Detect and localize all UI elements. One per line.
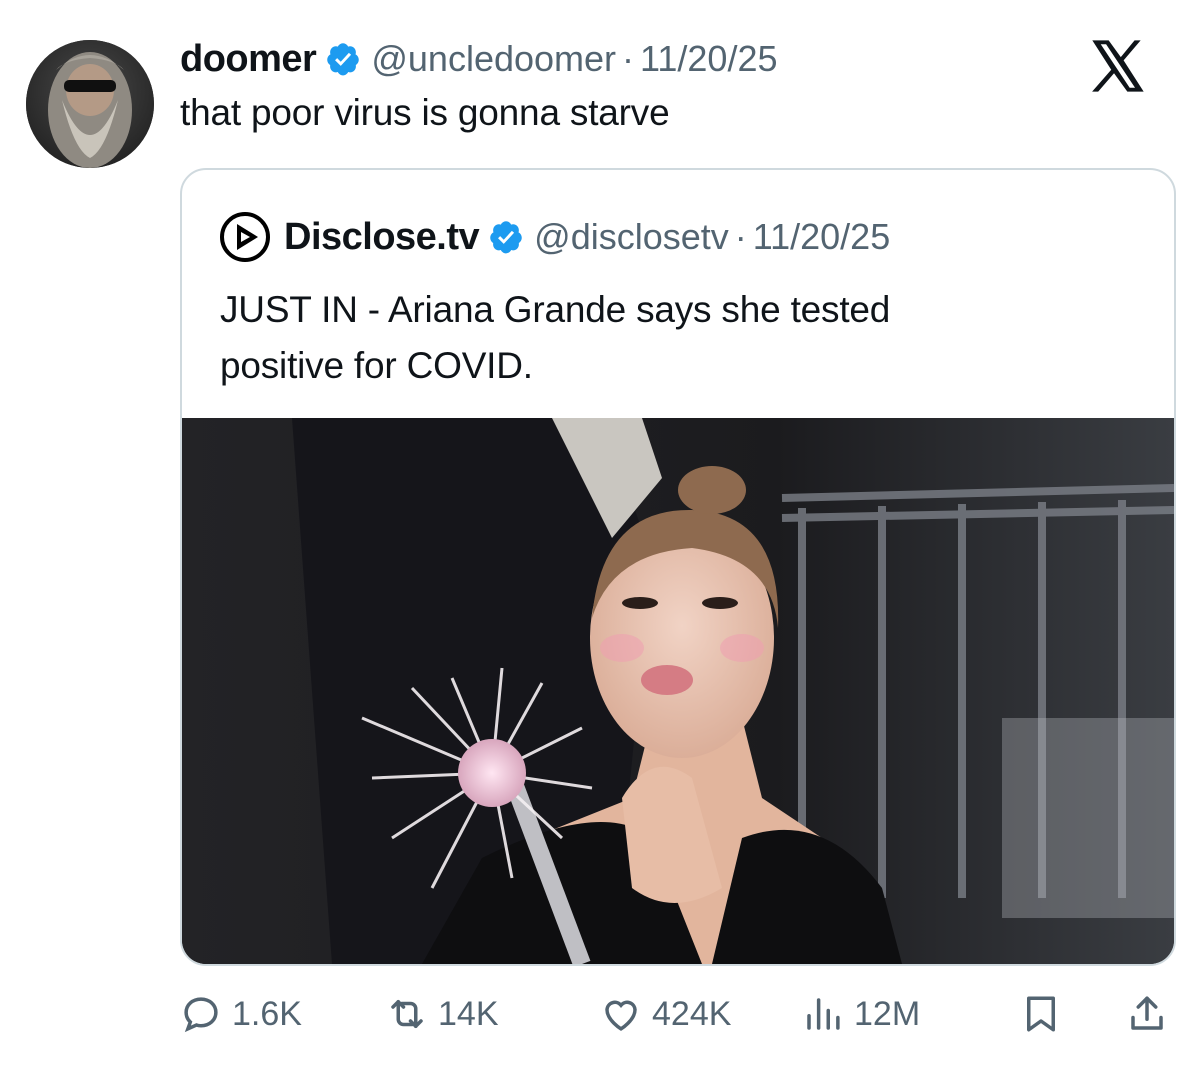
- views-icon: [802, 993, 844, 1035]
- author-name[interactable]: doomer: [180, 38, 317, 81]
- reply-button[interactable]: 1.6K: [180, 986, 302, 1042]
- bookmark-icon: [1020, 993, 1062, 1035]
- verified-badge-icon: [325, 41, 361, 77]
- reply-count: 1.6K: [232, 994, 302, 1033]
- quoted-author-handle[interactable]: @disclosetv: [534, 216, 729, 258]
- x-logo-icon: [1090, 40, 1146, 92]
- share-button[interactable]: [1126, 986, 1178, 1042]
- repost-icon: [386, 993, 428, 1035]
- disclose-logo-icon: [220, 212, 270, 262]
- quoted-tweet-text: JUST IN - Ariana Grande says she tested …: [220, 282, 1120, 394]
- quoted-tweet-date[interactable]: 11/20/25: [753, 216, 890, 258]
- separator-dot: ·: [622, 38, 635, 79]
- bookmark-button[interactable]: [1020, 986, 1072, 1042]
- like-count: 424K: [652, 994, 732, 1033]
- quoted-tweet-photo[interactable]: [182, 418, 1174, 964]
- separator-dot: ·: [734, 216, 747, 257]
- share-icon: [1126, 993, 1168, 1035]
- tweet-text: that poor virus is gonna starve: [180, 92, 670, 133]
- quoted-author-name[interactable]: Disclose.tv: [284, 216, 480, 259]
- like-button[interactable]: 424K: [600, 986, 731, 1042]
- repost-count: 14K: [438, 994, 499, 1033]
- views-button[interactable]: 12M: [802, 986, 920, 1042]
- quoted-tweet-card[interactable]: Disclose.tv @disclosetv · 11/20/25 JUST …: [180, 168, 1176, 966]
- repost-button[interactable]: 14K: [386, 986, 499, 1042]
- quoted-text-line: JUST IN - Ariana Grande says she tested: [220, 289, 891, 330]
- quoted-tweet-header: Disclose.tv @disclosetv · 11/20/25: [220, 212, 890, 262]
- views-count: 12M: [854, 994, 921, 1033]
- author-avatar[interactable]: [26, 40, 154, 168]
- tweet: doomer @uncledoomer · 11/20/25 that poor…: [0, 0, 1200, 1068]
- tweet-date[interactable]: 11/20/25: [640, 38, 777, 80]
- like-icon: [600, 993, 642, 1035]
- author-handle[interactable]: @uncledoomer: [371, 38, 616, 80]
- tweet-action-bar: 1.6K 14K 424K 12M: [180, 986, 1172, 1042]
- verified-badge-icon: [488, 219, 524, 255]
- reply-icon: [180, 993, 222, 1035]
- quoted-text-line: positive for COVID.: [220, 345, 533, 386]
- tweet-header: doomer @uncledoomer · 11/20/25: [180, 34, 778, 84]
